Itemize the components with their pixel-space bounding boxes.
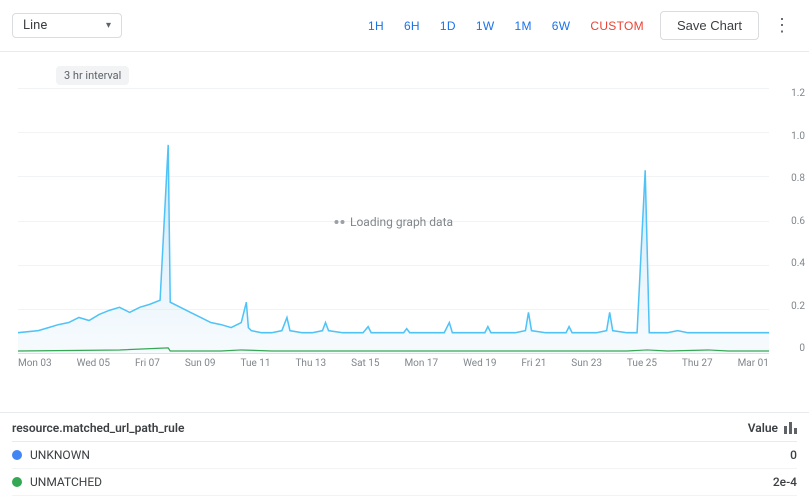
chart-type-dropdown[interactable]: Line ▾ (12, 13, 122, 38)
legend-header-right: Value (748, 421, 797, 435)
y-axis: 0 0.2 0.4 0.6 0.8 1.0 1.2 (775, 89, 805, 354)
legend-name-unmatched: UNMATCHED (30, 475, 102, 489)
x-label-thu13: Thu 13 (295, 358, 326, 369)
y-label-08: 0.8 (775, 174, 805, 184)
chart-container: Loading graph data 0 0.2 0.4 0.6 0.8 1.0… (18, 89, 769, 384)
chart-area: 3 hr interval (0, 52, 809, 412)
x-label-fri07: Fri 07 (135, 358, 160, 369)
time-btn-1m[interactable]: 1M (506, 15, 539, 37)
y-label-12: 1.2 (775, 89, 805, 99)
more-options-button[interactable]: ⋮ (767, 11, 797, 40)
line-unknown (18, 145, 769, 333)
toolbar: Line ▾ 1H 6H 1D 1W 1M 6W CUSTOM Save Cha… (0, 0, 809, 52)
x-label-tue11: Tue 11 (240, 358, 270, 369)
x-label-mar01: Mar 01 (738, 358, 769, 369)
loading-text: Loading graph data (350, 215, 453, 229)
time-btn-6w[interactable]: 6W (544, 15, 579, 37)
time-btn-1h[interactable]: 1H (360, 15, 392, 37)
loading-label: Loading graph data (334, 215, 453, 229)
save-chart-button[interactable]: Save Chart (660, 11, 759, 40)
legend-value-unmatched: 2e-4 (773, 475, 797, 489)
legend-name-unknown: UNKNOWN (30, 448, 90, 462)
legend-value-label: Value (748, 421, 778, 435)
interval-badge: 3 hr interval (56, 66, 129, 85)
x-label-mon03: Mon 03 (18, 358, 52, 369)
x-label-sat15: Sat 15 (351, 358, 379, 369)
area-fill-unknown (18, 145, 769, 353)
y-label-0: 0 (775, 344, 805, 354)
x-label-thu27: Thu 27 (682, 358, 713, 369)
x-label-wed19: Wed 19 (463, 358, 496, 369)
y-label-06: 0.6 (775, 217, 805, 227)
x-label-sun23: Sun 23 (571, 358, 602, 369)
x-label-mon17: Mon 17 (404, 358, 438, 369)
legend-item-unmatched: UNMATCHED 2e-4 (12, 469, 797, 496)
legend-item-left-unknown: UNKNOWN (12, 448, 90, 462)
legend-value-unknown: 0 (790, 448, 797, 462)
time-btn-custom[interactable]: CUSTOM (582, 15, 652, 37)
y-label-04: 0.4 (775, 259, 805, 269)
x-label-tue25: Tue 25 (627, 358, 657, 369)
time-btn-1d[interactable]: 1D (432, 15, 464, 37)
time-btn-1w[interactable]: 1W (468, 15, 503, 37)
x-axis: Mon 03 Wed 05 Fri 07 Sun 09 Tue 11 Thu 1… (18, 354, 769, 384)
legend-dot-unknown (12, 450, 22, 460)
legend-item-left-unmatched: UNMATCHED (12, 475, 102, 489)
y-label-10: 1.0 (775, 132, 805, 142)
legend-area: resource.matched_url_path_rule Value UNK… (0, 412, 809, 504)
x-label-fri21: Fri 21 (521, 358, 546, 369)
legend-column-label: resource.matched_url_path_rule (12, 421, 184, 435)
x-label-wed05: Wed 05 (77, 358, 110, 369)
chevron-down-icon: ▾ (106, 20, 111, 31)
time-btn-6h[interactable]: 6H (396, 15, 428, 37)
x-label-sun09: Sun 09 (185, 358, 216, 369)
columns-icon[interactable] (784, 422, 797, 434)
legend-header: resource.matched_url_path_rule Value (12, 421, 797, 442)
loading-dots-icon (334, 220, 344, 224)
time-range-buttons: 1H 6H 1D 1W 1M 6W CUSTOM (360, 15, 652, 37)
y-label-02: 0.2 (775, 302, 805, 312)
legend-item-unknown: UNKNOWN 0 (12, 442, 797, 469)
chart-type-label: Line (23, 18, 47, 33)
legend-dot-unmatched (12, 477, 22, 487)
